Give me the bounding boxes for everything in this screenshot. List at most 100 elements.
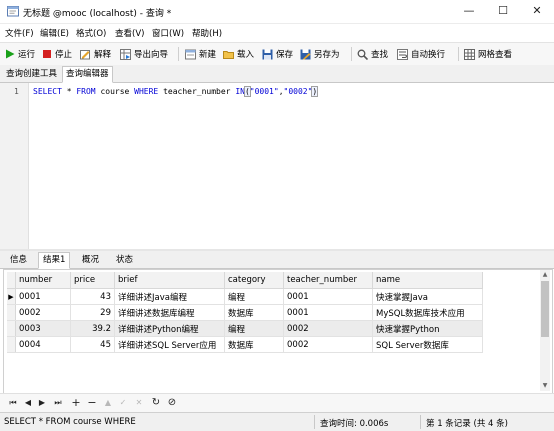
table-cell[interactable]: 编程 — [224, 288, 284, 305]
table-cell[interactable]: 编程 — [224, 320, 284, 337]
explain-button[interactable]: 解释 — [80, 46, 111, 62]
apply-changes-icon[interactable]: ▲ — [102, 397, 114, 409]
tab-profile[interactable]: 概况 — [78, 253, 103, 268]
status-separator — [314, 415, 315, 429]
table-row[interactable]: 0003 39.2 详细讲述Python编程 编程 0002 快速掌握Pytho… — [7, 320, 483, 337]
keyword-from: FROM — [76, 87, 96, 96]
toolbar-separator — [458, 47, 459, 61]
next-record-icon[interactable]: ▶ — [36, 397, 48, 409]
save-label: 保存 — [276, 50, 294, 60]
menu-file[interactable]: 文件(F) — [5, 27, 34, 39]
tab-query-builder[interactable]: 查询创建工具 — [3, 67, 60, 82]
table-cell[interactable]: 0002 — [15, 304, 71, 321]
column-header-brief[interactable]: brief — [114, 272, 225, 289]
save-as-label: 另存为 — [314, 50, 340, 60]
save-as-button[interactable]: 另存为 — [300, 46, 340, 62]
table-cell[interactable]: 0001 — [283, 288, 373, 305]
menu-window[interactable]: 窗口(W) — [152, 27, 184, 39]
table-row[interactable]: ▶ 0001 43 详细讲述Java编程 编程 0001 快速掌握Java — [7, 288, 483, 305]
keyword-in: IN — [235, 87, 245, 96]
table-cell[interactable]: 45 — [70, 336, 115, 353]
table-cell[interactable]: 0003 — [15, 320, 71, 337]
result-tab-bar: 信息 结果1 概况 状态 — [0, 251, 554, 269]
menu-edit[interactable]: 编辑(E) — [40, 27, 69, 39]
new-label: 新建 — [199, 50, 217, 60]
grid-view-button[interactable]: 网格查看 — [464, 46, 512, 62]
find-button[interactable]: 查找 — [357, 46, 388, 62]
line-number: 1 — [14, 87, 19, 96]
save-as-icon — [300, 49, 311, 59]
folder-icon — [223, 50, 234, 59]
menu-view[interactable]: 查看(V) — [115, 27, 144, 39]
column-header-category[interactable]: category — [224, 272, 284, 289]
code-table-name: course — [95, 87, 135, 96]
table-cell[interactable]: 43 — [70, 288, 115, 305]
scrollbar-thumb[interactable] — [541, 281, 549, 337]
row-marker-header — [7, 272, 16, 289]
result-grid-area: number price brief category teacher_numb… — [3, 269, 553, 394]
table-cell[interactable]: 0002 — [283, 336, 373, 353]
table-cell[interactable]: 数据库 — [224, 304, 284, 321]
tab-result1[interactable]: 结果1 — [38, 252, 71, 269]
table-cell[interactable]: 快速掌握Python — [372, 320, 483, 337]
table-cell[interactable]: 0001 — [15, 288, 71, 305]
save-icon — [262, 49, 273, 59]
keyword-select: SELECT — [33, 87, 62, 96]
run-button[interactable]: 运行 — [5, 46, 35, 62]
tab-info[interactable]: 信息 — [6, 253, 31, 268]
close-button[interactable]: ✕ — [520, 0, 554, 22]
column-header-price[interactable]: price — [70, 272, 115, 289]
prev-record-icon[interactable]: ◀ — [22, 397, 34, 409]
table-cell[interactable]: 快速掌握Java — [372, 288, 483, 305]
stop-button[interactable]: 停止 — [42, 46, 72, 62]
new-button[interactable]: 新建 — [185, 46, 216, 62]
menu-help[interactable]: 帮助(H) — [192, 27, 222, 39]
stop-query-icon[interactable]: ⊘ — [166, 397, 178, 409]
column-header-name[interactable]: name — [372, 272, 483, 289]
table-cell[interactable]: 详细讲述Java编程 — [114, 288, 225, 305]
last-record-icon[interactable]: ⏭ — [52, 397, 64, 409]
table-cell[interactable]: 数据库 — [224, 336, 284, 353]
discard-changes-icon[interactable]: ✕ — [133, 397, 145, 409]
play-icon — [6, 49, 15, 59]
table-cell[interactable]: 0004 — [15, 336, 71, 353]
maximize-button[interactable]: ☐ — [486, 0, 520, 22]
menu-format[interactable]: 格式(O) — [76, 27, 106, 39]
load-button[interactable]: 载入 — [223, 46, 254, 62]
table-cell[interactable]: 0001 — [283, 304, 373, 321]
word-wrap-button[interactable]: 自动换行 — [397, 46, 445, 62]
add-record-icon[interactable]: + — [70, 397, 82, 409]
table-cell[interactable]: 39.2 — [70, 320, 115, 337]
status-bar: SELECT * FROM course WHERE 查询时间: 0.006s … — [0, 412, 554, 431]
delete-record-icon[interactable]: − — [86, 397, 98, 409]
status-query-time: 查询时间: 0.006s — [320, 419, 389, 429]
table-cell[interactable]: 详细讲述数据库编程 — [114, 304, 225, 321]
row-marker — [7, 320, 16, 337]
status-record-count: 第 1 条记录 (共 4 条) — [426, 419, 508, 429]
table-cell[interactable]: 29 — [70, 304, 115, 321]
column-header-number[interactable]: number — [15, 272, 71, 289]
column-header-teacher-number[interactable]: teacher_number — [283, 272, 373, 289]
save-button[interactable]: 保存 — [262, 46, 293, 62]
table-row[interactable]: 0002 29 详细讲述数据库编程 数据库 0001 MySQL数据库技术应用 — [7, 304, 483, 321]
confirm-icon[interactable]: ✓ — [117, 397, 129, 409]
scroll-up-icon[interactable]: ▲ — [540, 270, 550, 280]
table-cell[interactable]: 0002 — [283, 320, 373, 337]
result-grid: number price brief category teacher_numb… — [7, 272, 483, 353]
table-row[interactable]: 0004 45 详细讲述SQL Server应用 数据库 0002 SQL Se… — [7, 336, 483, 353]
scroll-down-icon[interactable]: ▼ — [540, 381, 550, 391]
run-label: 运行 — [18, 50, 36, 60]
minimize-button[interactable]: — — [452, 0, 486, 22]
tab-status[interactable]: 状态 — [112, 253, 137, 268]
export-wizard-button[interactable]: 导出向导 — [120, 46, 168, 62]
sql-editor[interactable]: 1 SELECT * FROM course WHERE teacher_num… — [0, 83, 554, 249]
first-record-icon[interactable]: ⏮ — [7, 397, 19, 409]
table-cell[interactable]: 详细讲述Python编程 — [114, 320, 225, 337]
table-cell[interactable]: MySQL数据库技术应用 — [372, 304, 483, 321]
tab-query-editor[interactable]: 查询编辑器 — [62, 66, 113, 83]
table-cell[interactable]: 详细讲述SQL Server应用 — [114, 336, 225, 353]
sql-code-line[interactable]: SELECT * FROM course WHERE teacher_numbe… — [33, 86, 319, 97]
refresh-icon[interactable]: ↻ — [150, 397, 162, 409]
table-cell[interactable]: SQL Server数据库 — [372, 336, 483, 353]
menu-bar: 文件(F) 编辑(E) 格式(O) 查看(V) 窗口(W) 帮助(H) — [0, 24, 554, 41]
